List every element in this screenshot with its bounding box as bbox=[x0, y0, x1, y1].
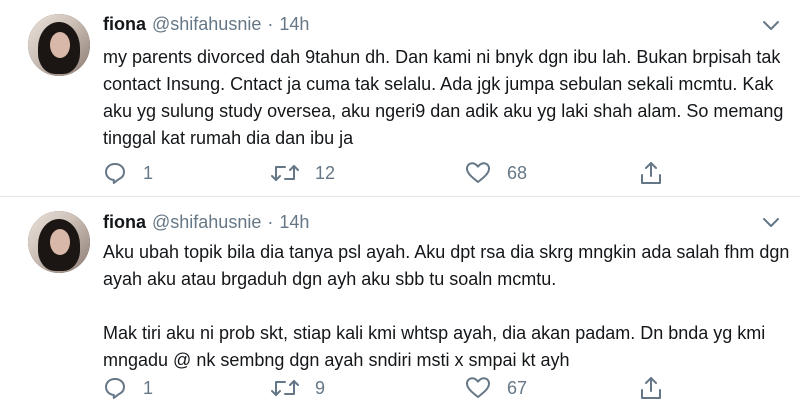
tweet[interactable]: fiona @shifahusnie · 14h Aku ubah topik … bbox=[0, 197, 800, 403]
tweet-header: fiona @shifahusnie · 14h bbox=[103, 212, 309, 236]
tweet-text: my parents divorced dah 9tahun dh. Dan k… bbox=[103, 47, 789, 148]
author-handle[interactable]: @shifahusnie bbox=[152, 212, 261, 233]
like-button[interactable]: 67 bbox=[465, 375, 527, 401]
timestamp[interactable]: 14h bbox=[279, 14, 309, 35]
like-button[interactable]: 68 bbox=[465, 160, 527, 186]
share-button[interactable] bbox=[639, 160, 663, 186]
avatar[interactable] bbox=[28, 211, 90, 273]
like-count: 67 bbox=[507, 377, 528, 398]
tweet-actions: 1 9 67 bbox=[103, 375, 703, 401]
reply-count: 1 bbox=[143, 162, 154, 183]
retweet-button[interactable]: 12 bbox=[271, 160, 335, 186]
tweet[interactable]: fiona @shifahusnie · 14h my parents divo… bbox=[0, 0, 800, 197]
retweet-icon bbox=[271, 380, 299, 396]
reply-icon bbox=[105, 163, 125, 184]
reply-icon bbox=[105, 378, 125, 399]
heart-icon bbox=[466, 162, 490, 183]
author-name[interactable]: fiona bbox=[103, 14, 146, 35]
retweet-count: 12 bbox=[315, 162, 336, 183]
chevron-down-icon[interactable] bbox=[762, 20, 780, 32]
author-handle[interactable]: @shifahusnie bbox=[152, 14, 261, 35]
reply-button[interactable]: 1 bbox=[103, 160, 153, 186]
share-button[interactable] bbox=[639, 375, 663, 401]
heart-icon bbox=[466, 377, 490, 398]
share-icon bbox=[641, 377, 661, 399]
tweet-header: fiona @shifahusnie · 14h bbox=[103, 14, 309, 38]
author-name[interactable]: fiona bbox=[103, 212, 146, 233]
retweet-button[interactable]: 9 bbox=[271, 375, 325, 401]
avatar[interactable] bbox=[28, 14, 90, 76]
separator-dot: · bbox=[267, 212, 274, 232]
like-count: 68 bbox=[507, 162, 528, 183]
retweet-count: 9 bbox=[315, 377, 326, 398]
reply-button[interactable]: 1 bbox=[103, 375, 153, 401]
share-icon bbox=[641, 162, 661, 184]
chevron-down-icon[interactable] bbox=[762, 217, 780, 229]
tweet-actions: 1 12 68 bbox=[103, 160, 703, 186]
reply-count: 1 bbox=[143, 377, 154, 398]
separator-dot: · bbox=[267, 14, 274, 34]
retweet-icon bbox=[271, 165, 299, 181]
tweet-text: Aku ubah topik bila dia tanya psl ayah. … bbox=[103, 242, 790, 370]
timestamp[interactable]: 14h bbox=[279, 212, 309, 233]
